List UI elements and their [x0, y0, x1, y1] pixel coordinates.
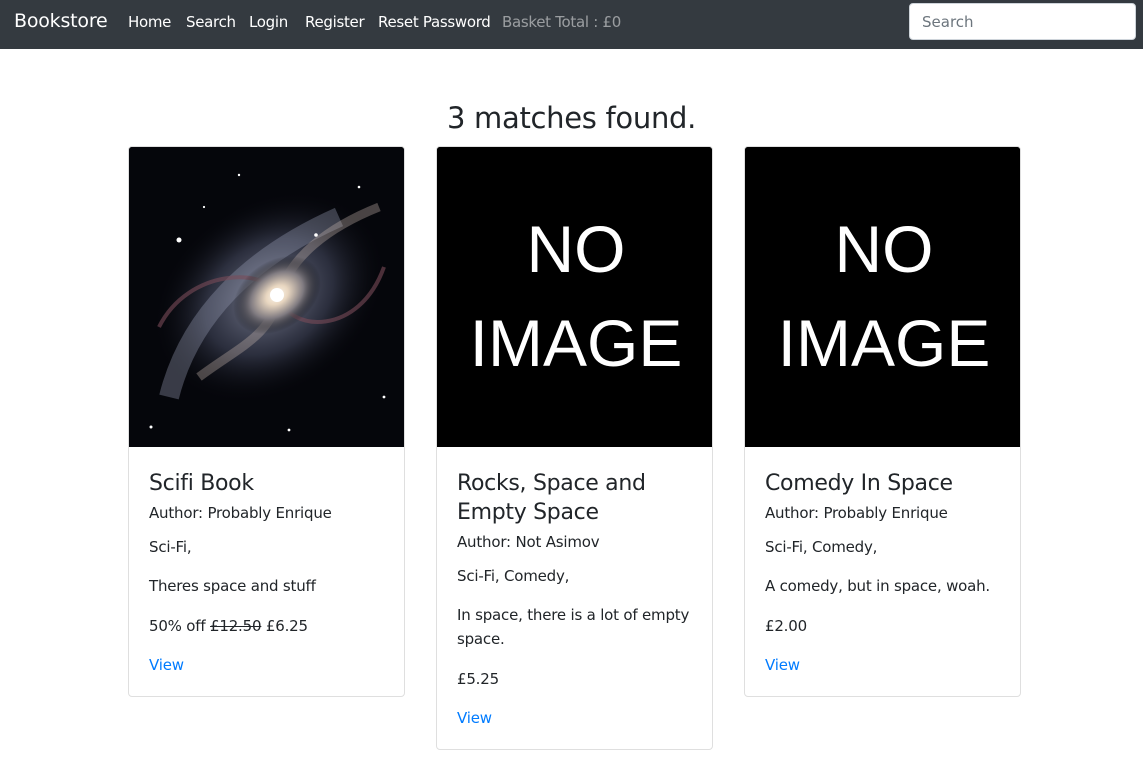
book-card: NO IMAGE Rocks, Space and Empty Space Au… [436, 146, 713, 750]
book-description: Theres space and stuff [149, 577, 316, 595]
book-title: Scifi Book [149, 471, 254, 496]
book-price: £6.25 [265, 617, 308, 635]
no-image-text-line1: NO [527, 212, 626, 286]
basket-total: Basket Total : £0 [502, 13, 621, 31]
view-book-link[interactable]: View [457, 707, 492, 729]
original-price: £12.50 [210, 617, 262, 635]
no-image-text-line1: NO [835, 212, 934, 286]
no-image-placeholder: NO IMAGE [437, 147, 712, 447]
book-price: £5.25 [457, 670, 499, 688]
book-title: Rocks, Space and Empty Space [457, 471, 646, 525]
book-price-line: 50% off £12.50 £6.25 [149, 615, 384, 637]
book-description: In space, there is a lot of empty space. [457, 606, 690, 648]
nav-search-link[interactable]: Search [186, 13, 236, 31]
nav-reset-password-link[interactable]: Reset Password [378, 13, 491, 31]
card-body: Comedy In Space Author: Probably Enrique… [745, 447, 1020, 696]
nav-login-link[interactable]: Login [249, 13, 288, 31]
nav-register-link[interactable]: Register [305, 13, 365, 31]
card-body: Scifi Book Author: Probably Enrique Sci-… [129, 447, 404, 696]
brand-link[interactable]: Bookstore [14, 10, 108, 32]
no-image-text-line2: IMAGE [470, 306, 683, 380]
book-author: Author: Probably Enrique [149, 504, 332, 522]
book-card: Scifi Book Author: Probably Enrique Sci-… [128, 146, 405, 697]
results-heading: 3 matches found. [446, 101, 697, 135]
card-body: Rocks, Space and Empty Space Author: Not… [437, 447, 712, 749]
no-image-text-line2: IMAGE [778, 306, 991, 380]
book-description: A comedy, but in space, woah. [765, 577, 991, 595]
nav-home-link[interactable]: Home [128, 13, 171, 31]
discount-label: 50% off [149, 617, 206, 635]
view-book-link[interactable]: View [149, 654, 184, 676]
book-genres: Sci-Fi, Comedy, [765, 538, 878, 556]
view-book-link[interactable]: View [765, 654, 800, 676]
book-title: Comedy In Space [765, 471, 953, 496]
book-card: NO IMAGE Comedy In Space Author: Probabl… [744, 146, 1021, 697]
book-genres: Sci-Fi, [149, 538, 192, 556]
book-genres: Sci-Fi, Comedy, [457, 567, 570, 585]
book-price: £2.00 [765, 617, 807, 635]
book-author: Author: Not Asimov [457, 533, 600, 551]
search-input[interactable] [909, 3, 1136, 40]
no-image-placeholder: NO IMAGE [745, 147, 1020, 447]
galaxy-cover-image [129, 147, 404, 447]
book-author: Author: Probably Enrique [765, 504, 948, 522]
top-navbar: Bookstore Home Search Login Register Res… [0, 0, 1143, 49]
